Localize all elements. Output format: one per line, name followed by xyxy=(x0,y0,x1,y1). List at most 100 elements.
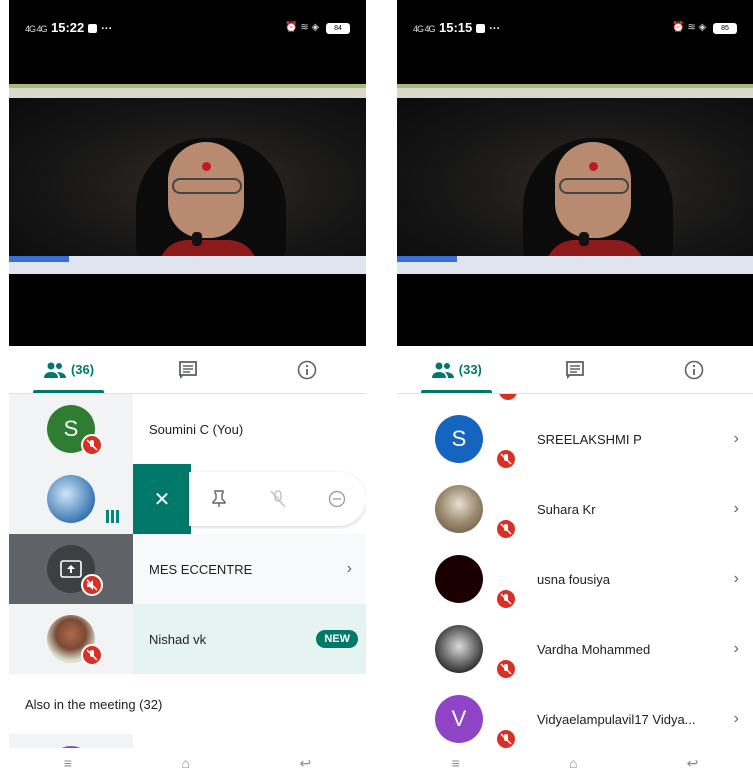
participant-name: Vidyaelampulavil17 Vidya... xyxy=(537,711,696,727)
participant-row[interactable]: V Vidyaelampulavil17 Vidya... › xyxy=(397,684,753,748)
people-count: (33) xyxy=(458,362,482,377)
tab-bar: (36) xyxy=(9,346,366,394)
chevron-right-icon: › xyxy=(733,500,739,517)
people-icon xyxy=(43,362,66,378)
info-icon xyxy=(684,360,703,379)
avatar xyxy=(435,625,483,673)
participant-row[interactable] xyxy=(9,734,133,748)
avatar: S xyxy=(435,415,483,463)
status-bar: 4G 4G 15:22 ··· ⏰ ≋ ◈ 84 xyxy=(9,0,366,84)
info-icon xyxy=(297,360,316,379)
participant-actions: ✕ xyxy=(133,464,366,534)
home-nav-icon[interactable]: ⌂ xyxy=(181,755,189,771)
participant-name: Vardha Mohammed xyxy=(537,641,651,657)
avatar xyxy=(47,475,95,523)
status-time: 15:22 ··· xyxy=(51,20,113,35)
chat-icon xyxy=(178,360,197,379)
battery-icon: 85 xyxy=(713,23,737,34)
participant-row[interactable]: MES ECCENTRE › xyxy=(9,534,366,604)
people-icon xyxy=(431,362,454,378)
participant-row[interactable]: ✕ xyxy=(9,464,366,534)
mic-off-icon xyxy=(495,728,517,748)
participant-name: usna fousiya xyxy=(537,571,610,587)
participant-list[interactable]: S Soumini C (You) ✕ MES ECCENTRE › Nisha… xyxy=(9,394,366,748)
presentation-video[interactable] xyxy=(397,84,753,346)
chevron-right-icon: › xyxy=(733,430,739,447)
mic-off-icon xyxy=(495,518,517,540)
participant-row[interactable]: Vardha Mohammed › xyxy=(397,614,753,684)
chevron-right-icon: › xyxy=(733,640,739,657)
participant-name: SREELAKSHMI P xyxy=(537,431,642,447)
notification-icon xyxy=(476,24,486,33)
status-icons: ⏰ ≋ ◈ 84 xyxy=(285,22,350,34)
pin-button[interactable] xyxy=(204,484,234,514)
pin-icon xyxy=(211,490,226,507)
battery-icon: 84 xyxy=(326,23,350,34)
avatar xyxy=(435,485,483,533)
home-nav-icon[interactable]: ⌂ xyxy=(569,755,577,771)
participant-row[interactable]: usna fousiya › xyxy=(397,544,753,614)
shared-window-toolbar xyxy=(397,88,753,98)
chevron-right-icon: › xyxy=(733,570,739,587)
mic-off-icon xyxy=(497,394,519,402)
mic-off-icon xyxy=(495,588,517,610)
participant-name: MES ECCENTRE xyxy=(149,561,253,577)
mic-off-icon xyxy=(81,434,103,456)
speaking-indicator-icon xyxy=(106,510,119,523)
tab-info[interactable] xyxy=(634,346,753,393)
tab-people[interactable]: (33) xyxy=(397,346,516,393)
shared-taskbar xyxy=(9,256,366,274)
tab-chat[interactable] xyxy=(128,346,247,393)
back-nav-icon[interactable]: ↩ xyxy=(299,755,311,772)
speaker-video xyxy=(515,128,675,270)
presentation-video[interactable] xyxy=(9,84,366,346)
shared-window-toolbar xyxy=(9,88,366,98)
close-icon: ✕ xyxy=(153,488,171,511)
chevron-right-icon: › xyxy=(733,710,739,727)
participant-row[interactable]: S SREELAKSHMI P › xyxy=(397,404,753,474)
remove-button[interactable] xyxy=(322,484,352,514)
chat-icon xyxy=(566,360,584,379)
participant-name: Nishad vk xyxy=(149,631,207,647)
section-header: Also in the meeting (32) xyxy=(25,696,163,712)
participant-name: Suhara Kr xyxy=(537,501,596,517)
video-frame xyxy=(9,98,366,270)
tab-people[interactable]: (36) xyxy=(9,346,128,393)
back-nav-icon[interactable]: ↩ xyxy=(687,755,699,772)
participant-row[interactable]: S Soumini C (You) xyxy=(9,394,366,464)
tab-info[interactable] xyxy=(247,346,366,393)
tab-bar: (33) xyxy=(397,346,753,394)
avatar: V xyxy=(435,695,483,743)
new-badge: NEW xyxy=(316,630,358,648)
system-nav-bar: ≡ ⌂ ↩ xyxy=(397,748,753,778)
signal-indicator: 4G 4G xyxy=(25,24,47,34)
video-frame xyxy=(397,98,753,270)
status-bar: 4G 4G 15:15 ··· ⏰ ≋ ◈ 85 xyxy=(397,0,753,84)
mic-off-icon xyxy=(269,490,286,508)
people-count: (36) xyxy=(70,362,95,377)
notification-icon xyxy=(88,24,98,33)
remove-icon xyxy=(328,490,345,508)
right-phone-screen: 4G 4G 15:15 ··· ⏰ ≋ ◈ 85 (33) S SREELAKS… xyxy=(397,0,753,778)
menu-nav-icon[interactable]: ≡ xyxy=(452,755,460,771)
mic-off-icon xyxy=(495,658,517,680)
signal-indicator: 4G 4G xyxy=(413,24,435,34)
shared-taskbar xyxy=(397,256,753,274)
mute-button[interactable] xyxy=(263,484,293,514)
tab-chat[interactable] xyxy=(516,346,635,393)
participant-row[interactable]: Suhara Kr › xyxy=(397,474,753,544)
chevron-right-icon: › xyxy=(346,560,352,577)
volume-off-icon xyxy=(81,574,103,596)
system-nav-bar: ≡ ⌂ ↩ xyxy=(9,748,366,778)
menu-nav-icon[interactable]: ≡ xyxy=(64,755,72,771)
left-phone-screen: 4G 4G 15:22 ··· ⏰ ≋ ◈ 84 (36) S Soumini … xyxy=(9,0,366,778)
mic-off-icon xyxy=(495,448,517,470)
mic-off-icon xyxy=(81,644,103,666)
avatar xyxy=(435,555,483,603)
participant-list[interactable]: S SREELAKSHMI P › Suhara Kr › usna fousi… xyxy=(397,394,753,748)
participant-row[interactable]: Nishad vk NEW xyxy=(9,604,366,674)
participant-name: Soumini C (You) xyxy=(149,421,244,437)
close-actions-button[interactable]: ✕ xyxy=(133,464,191,534)
status-time: 15:15 ··· xyxy=(439,20,501,35)
status-icons: ⏰ ≋ ◈ 85 xyxy=(672,22,737,34)
